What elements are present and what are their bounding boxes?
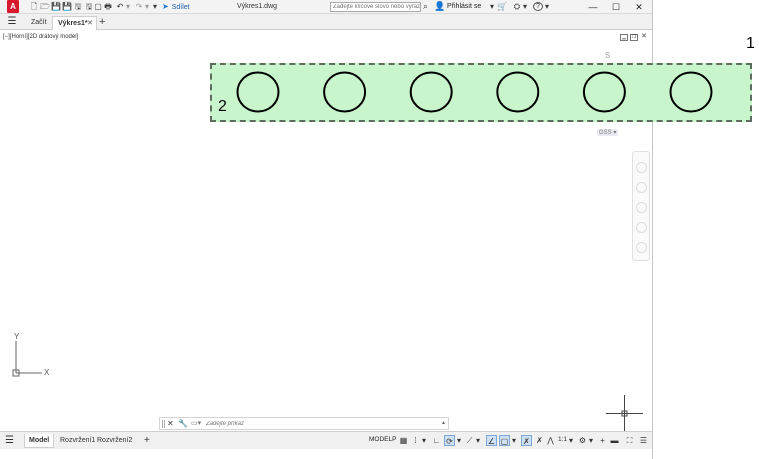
zoom-extents-icon[interactable]	[636, 202, 647, 213]
app-menu-button[interactable]: A	[7, 0, 19, 13]
file-tab-bar: ☰ Začít Výkres1* ✕ +	[0, 14, 652, 30]
crosshair-cursor	[606, 395, 643, 432]
viewport-controls-label[interactable]: [−][Horní][2D drátový model]	[3, 34, 78, 40]
circle-5	[582, 71, 626, 113]
redo-icon[interactable]: ↷	[134, 2, 144, 12]
share-button[interactable]: ➤ Sdílet	[162, 2, 190, 12]
annotation-scale-icon[interactable]: ⋀	[545, 435, 556, 446]
ortho-icon[interactable]: ∟	[431, 435, 442, 446]
command-prompt-icon[interactable]: ▭▾	[191, 419, 201, 427]
model-space-button[interactable]: MODELP	[369, 436, 396, 443]
search-input[interactable]	[330, 2, 421, 12]
tab-drawing1[interactable]: Výkres1* ✕	[52, 16, 97, 30]
customization-menu-icon[interactable]: ☰	[638, 435, 649, 446]
circle-3	[409, 71, 453, 113]
command-line[interactable]: ✕ 🔧 ▭▾ ▴	[159, 417, 449, 430]
object-snap-dropdown-icon[interactable]: ▾	[511, 435, 517, 446]
auto-scale-icon[interactable]: ✗	[534, 435, 545, 446]
isometric-icon[interactable]: ⟋	[464, 435, 475, 446]
ucs-icon: Y X	[12, 333, 50, 377]
ucs-y-label: Y	[14, 333, 20, 341]
pan-icon[interactable]	[636, 182, 647, 193]
ucs-x-label: X	[44, 368, 50, 377]
object-snap-icon[interactable]: ▢	[499, 435, 510, 446]
tab-close-icon[interactable]: ✕	[87, 17, 93, 30]
title-bar: A 🗋 🗁 💾 💾 🖫 🖫 ▢ 🖶 ↶ ▾ ↷ ▾ ▾ ➤ Sdílet Výkr…	[0, 0, 652, 14]
customize-wrench-icon[interactable]: 🔧	[178, 419, 188, 428]
sign-in-button[interactable]: Přihlásit se	[447, 3, 481, 10]
command-line-close-icon[interactable]: ✕	[167, 419, 174, 428]
customize-toolbar-icon[interactable]: ▾	[152, 2, 158, 12]
command-history-icon[interactable]: ▴	[442, 419, 445, 426]
maximize-icon[interactable]: ☐	[608, 1, 624, 13]
workspace-dropdown-icon[interactable]: ▾	[588, 435, 594, 446]
grid-icon[interactable]: ▦	[398, 435, 409, 446]
new-tab-plus-icon[interactable]: +	[99, 15, 105, 29]
help-icon[interactable]: ?	[533, 2, 543, 11]
sign-in-dropdown-icon[interactable]: ▾	[489, 2, 495, 12]
clean-screen-icon[interactable]: ⛶	[624, 435, 635, 446]
wcs-label: GSS	[599, 130, 612, 136]
callout-label-1: 1	[746, 35, 755, 52]
graphics-performance-icon[interactable]: ▬	[609, 435, 620, 446]
orbit-icon[interactable]	[636, 222, 647, 233]
circle-2	[323, 71, 367, 113]
object-snap-tracking-icon[interactable]: ∠	[486, 435, 497, 446]
publish-icon[interactable]: ▢	[94, 2, 102, 12]
viewport-restore-icon[interactable]: ❐	[630, 34, 638, 41]
share-label: Sdílet	[171, 4, 190, 11]
callout-label-2: 2	[218, 98, 227, 115]
user-icon[interactable]: 👤	[434, 1, 445, 12]
help-dropdown-icon[interactable]: ▾	[544, 2, 550, 12]
connect-dropdown-icon[interactable]: ▾	[522, 2, 528, 12]
save-to-cloud-icon[interactable]: 🖫	[84, 2, 94, 12]
tab-start[interactable]: Začít	[26, 16, 52, 30]
cart-icon[interactable]: 🛒	[497, 2, 507, 12]
minimize-icon[interactable]: —	[585, 1, 601, 13]
layout-tab-model[interactable]: Model	[24, 434, 55, 448]
layout-tab-layout2[interactable]: Rozvržení2	[93, 434, 136, 448]
status-bar: ☰ Model Rozvržení1 Rozvržení2 + MODELP ▦…	[0, 431, 652, 449]
navigation-bar[interactable]	[632, 151, 650, 261]
redo-dropdown-icon[interactable]: ▾	[144, 2, 150, 12]
annotation-scale-dropdown-icon[interactable]: ▾	[568, 435, 574, 446]
wcs-menu[interactable]: GSS ▾	[597, 129, 619, 136]
close-icon[interactable]: ✕	[631, 1, 647, 13]
snap-dropdown-icon[interactable]: ▾	[421, 435, 427, 446]
command-line-grip[interactable]	[162, 420, 165, 428]
circle-4	[496, 71, 540, 113]
circle-6	[669, 71, 713, 113]
document-title: Výkres1.dwg	[236, 3, 278, 10]
snap-icon[interactable]: ⁞	[410, 435, 421, 446]
polar-tracking-icon[interactable]: ⟳	[444, 435, 455, 446]
hamburger-menu-icon[interactable]: ☰	[5, 16, 19, 28]
polar-dropdown-icon[interactable]: ▾	[456, 435, 462, 446]
viewport-minimize-icon[interactable]: ▁	[620, 34, 628, 41]
annotation-visibility-icon[interactable]: ✗	[521, 435, 532, 446]
showmotion-icon[interactable]	[636, 242, 647, 253]
circle-1	[236, 71, 280, 113]
viewport-close-icon[interactable]: ✕	[640, 33, 648, 41]
share-icon: ➤	[162, 2, 169, 11]
save-as-icon[interactable]: 💾	[62, 2, 72, 12]
new-file-icon[interactable]: 🗋	[29, 2, 39, 12]
steering-wheel-icon[interactable]	[636, 162, 647, 173]
open-icon[interactable]: 🗁	[40, 2, 50, 12]
layout-menu-icon[interactable]: ☰	[5, 435, 14, 447]
undo-icon[interactable]: ↶	[115, 2, 125, 12]
isometric-dropdown-icon[interactable]: ▾	[475, 435, 481, 446]
undo-dropdown-icon[interactable]: ▾	[125, 2, 131, 12]
add-layout-plus-icon[interactable]: +	[140, 434, 154, 448]
viewcube-south-label[interactable]: S	[605, 51, 610, 60]
command-input[interactable]	[206, 419, 436, 429]
search-icon[interactable]: ⌕	[423, 1, 428, 12]
circle-row	[236, 71, 713, 113]
plot-icon[interactable]: 🖶	[103, 2, 113, 12]
save-icon[interactable]: 💾	[51, 2, 61, 12]
workspace-gear-icon[interactable]: ⚙	[577, 435, 588, 446]
annotation-monitor-plus-icon[interactable]: +	[597, 435, 608, 446]
annotation-scale-value[interactable]: 1:1	[558, 436, 567, 443]
tab-drawing1-label: Výkres1*	[58, 20, 88, 27]
save-to-web-icon[interactable]: 🖫	[73, 2, 83, 12]
